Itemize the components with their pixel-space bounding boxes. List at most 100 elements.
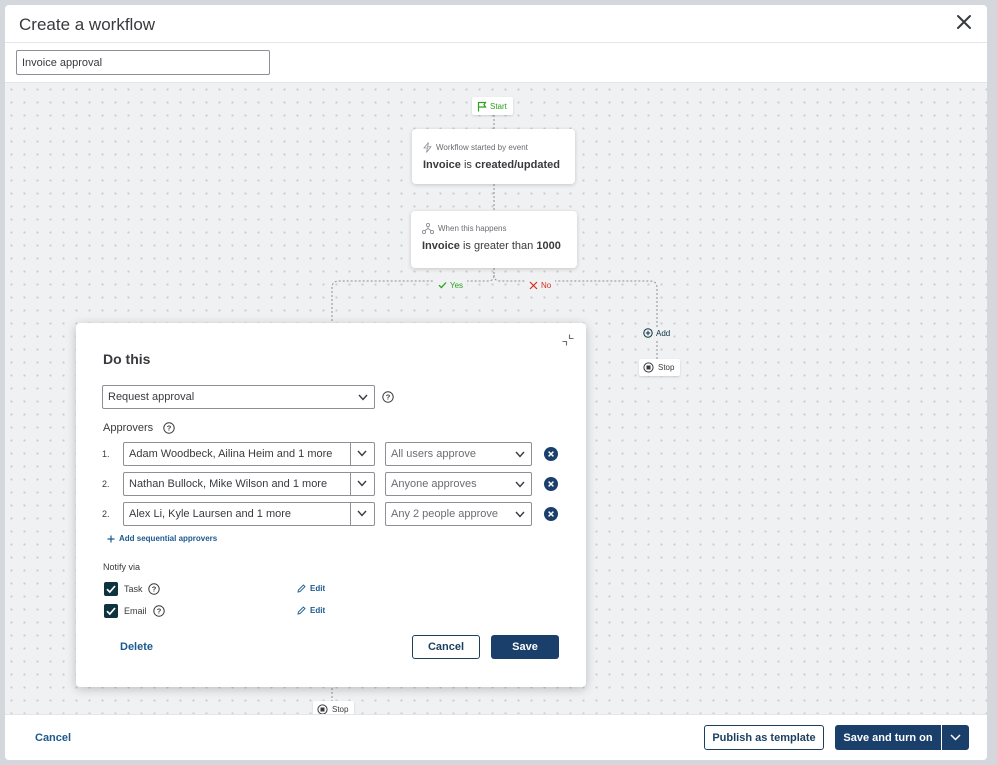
trigger-caption: Workflow started by event [423,142,575,153]
trigger-condition: created/updated [474,159,560,171]
approver-names: Alex Li, Kyle Laursen and 1 more [129,508,292,520]
task-checkbox[interactable] [104,582,118,596]
approvers-label: Approvers [103,422,154,434]
workflow-name-row [5,43,987,82]
pencil-icon [297,584,306,593]
trigger-verb: is [463,159,472,171]
dialog-footer: Cancel Publish as template Save and turn… [5,714,987,760]
stop-icon [643,362,654,373]
close-icon[interactable] [955,13,973,31]
approver-names-select[interactable]: Alex Li, Kyle Laursen and 1 more [123,502,375,526]
dialog-title: Create a workflow [19,15,156,34]
stop-text: Stop [332,705,349,714]
trigger-subject: Invoice [423,159,461,171]
approver-names: Adam Woodbeck, Ailina Heim and 1 more [129,448,333,460]
checkmark-icon [106,607,116,616]
add-sequential-approvers-link[interactable]: Add sequential approvers [107,534,217,543]
start-node: Start [472,97,513,115]
chevron-down-icon [357,450,367,457]
chevron-down-icon [515,481,525,488]
approval-rule-value: Any 2 people approve [391,508,499,520]
yes-text: Yes [450,280,464,290]
notify-via-label: Notify via [103,562,141,572]
action-select-value: Request approval [108,391,195,403]
add-text: Add [656,328,671,338]
remove-approver-icon[interactable] [544,447,558,461]
delete-button[interactable]: Delete [120,641,153,653]
flag-icon [477,101,487,111]
approver-dropdown-toggle[interactable] [350,473,374,495]
email-checkbox[interactable] [104,604,118,618]
do-this-panel: Do this Request approval ? Approvers ? 1… [76,323,586,687]
chevron-down-icon [515,451,525,458]
condition-subject: Invoice [422,240,460,252]
approver-dropdown-toggle[interactable] [350,443,374,465]
check-icon [438,282,447,289]
email-label: Email [124,606,147,616]
approval-rule-value: All users approve [391,448,476,460]
workflow-name-input[interactable] [16,50,270,75]
add-step-button[interactable]: Add [641,327,673,339]
trigger-caption-text: Workflow started by event [436,143,528,152]
approval-rule-value: Anyone approves [391,478,477,490]
svg-text:?: ? [167,424,172,433]
panel-cancel-button[interactable]: Cancel [412,635,480,659]
help-icon[interactable]: ? [153,605,165,617]
condition-verb: is greater than [462,240,534,252]
chevron-down-icon [515,511,525,518]
chevron-down-icon [358,394,368,401]
stop-node-no-branch: Stop [639,359,681,376]
save-options-dropdown[interactable] [942,725,969,750]
help-icon[interactable]: ? [382,391,394,403]
trigger-summary: Invoice is created/updated [423,159,575,171]
pencil-icon [297,606,306,615]
edit-task-link[interactable]: Edit [297,584,325,593]
remove-approver-icon[interactable] [544,507,558,521]
panel-title: Do this [103,351,151,367]
chevron-down-icon [357,510,367,517]
task-label: Task [124,584,143,594]
footer-cancel-button[interactable]: Cancel [35,732,71,744]
chevron-down-icon [950,734,961,741]
trigger-node[interactable]: Workflow started by event Invoice is cre… [412,129,575,184]
condition-node[interactable]: When this happens Invoice is greater tha… [411,211,577,268]
plus-circle-icon [643,328,653,338]
edit-text: Edit [310,584,326,593]
collapse-icon[interactable] [561,333,575,347]
svg-text:?: ? [386,393,391,402]
chevron-down-icon [357,480,367,487]
edit-text: Edit [310,606,326,615]
help-icon[interactable]: ? [148,583,160,595]
panel-save-button[interactable]: Save [491,635,559,659]
approval-rule-select[interactable]: Any 2 people approve [385,502,532,526]
create-workflow-dialog: Create a workflow Start [5,5,987,760]
stop-text: Stop [658,363,675,372]
start-label: Start [490,101,507,111]
approver-names-select[interactable]: Adam Woodbeck, Ailina Heim and 1 more [123,442,375,466]
approver-dropdown-toggle[interactable] [350,503,374,525]
add-sequential-text: Add sequential approvers [119,534,218,543]
checkmark-icon [106,585,116,594]
approver-step-number: 2. [102,509,110,519]
save-and-turn-on-button[interactable]: Save and turn on [835,725,941,750]
help-icon[interactable]: ? [163,422,175,434]
action-select[interactable]: Request approval [102,385,375,409]
condition-value: 1000 [536,240,561,252]
approver-step-number: 2. [102,479,110,489]
edit-email-link[interactable]: Edit [297,606,325,615]
approver-names: Nathan Bullock, Mike Wilson and 1 more [129,478,328,490]
approver-names-select[interactable]: Nathan Bullock, Mike Wilson and 1 more [123,472,375,496]
dialog-header: Create a workflow [5,5,987,43]
branch-icon [422,223,434,234]
approver-step-number: 1. [102,449,110,459]
lightning-icon [423,142,432,153]
condition-summary: Invoice is greater than 1000 [422,240,577,252]
approval-rule-select[interactable]: Anyone approves [385,472,532,496]
approval-rule-select[interactable]: All users approve [385,442,532,466]
svg-text:?: ? [152,585,157,594]
remove-approver-icon[interactable] [544,477,558,491]
plus-icon [107,535,115,542]
no-text: No [541,280,552,290]
publish-as-template-button[interactable]: Publish as template [704,725,824,750]
no-branch-label: No [525,278,556,292]
